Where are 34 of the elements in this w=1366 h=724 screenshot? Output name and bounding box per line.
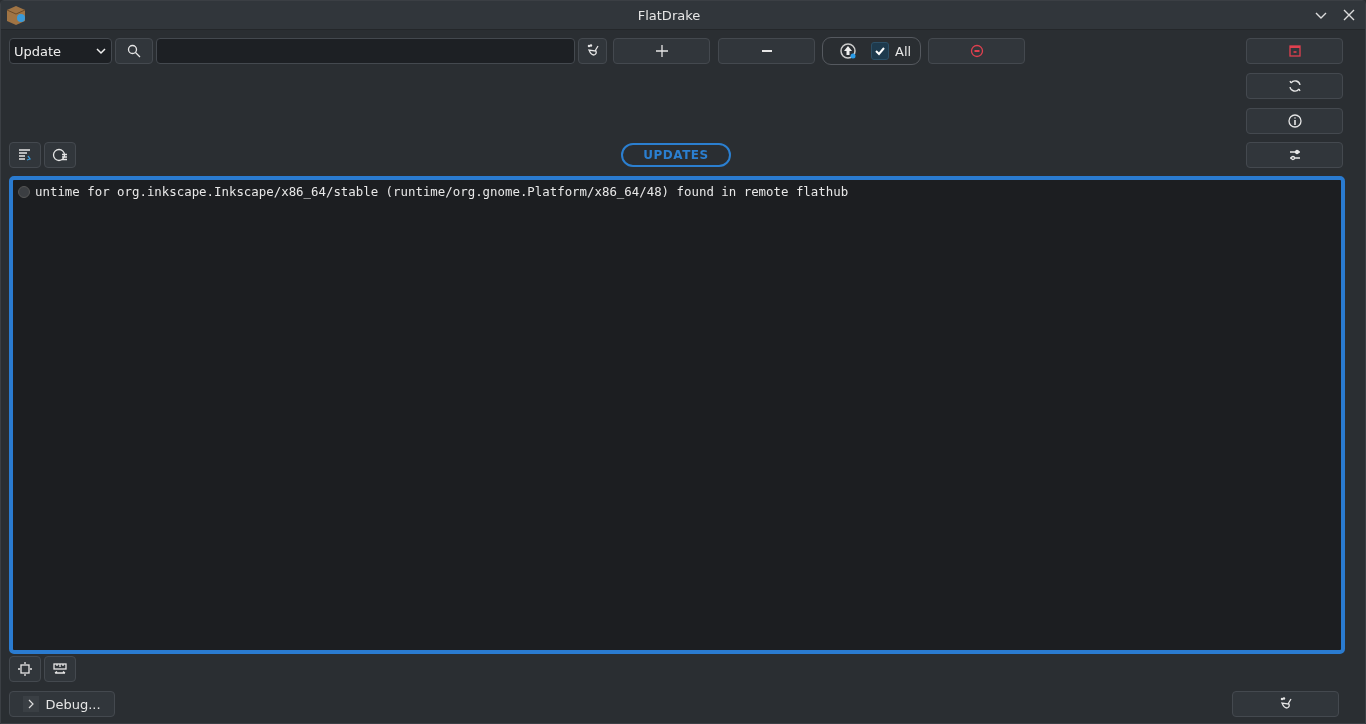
fit-button[interactable] xyxy=(9,656,41,682)
upgrade-icon xyxy=(839,42,857,60)
clear-button[interactable] xyxy=(578,38,607,64)
globe-icon xyxy=(52,147,68,163)
close-icon xyxy=(1342,8,1356,22)
globe-button[interactable] xyxy=(44,142,76,168)
window-title: FlatDrake xyxy=(637,7,701,23)
ruler-icon xyxy=(52,661,68,677)
info-button[interactable] xyxy=(1246,108,1343,134)
section-label: UPDATES xyxy=(621,143,731,167)
search-icon xyxy=(126,43,142,59)
checkbox[interactable] xyxy=(871,42,889,60)
list-button[interactable] xyxy=(9,142,41,168)
terminal-icon xyxy=(23,696,40,712)
search-field[interactable] xyxy=(156,38,575,64)
checkmark-icon xyxy=(874,45,886,57)
minus-circle-icon xyxy=(968,43,985,59)
refresh-icon xyxy=(1286,78,1303,94)
all-checkbox[interactable]: All xyxy=(871,42,912,60)
debug-button[interactable]: Debug... xyxy=(9,691,115,717)
info-icon xyxy=(1286,113,1303,129)
minus-icon xyxy=(761,50,772,52)
ruler-button[interactable] xyxy=(44,656,76,682)
app-logo-icon xyxy=(5,4,27,26)
log-line: untime for org.inkscape.Inkscape/x86_64/stable (runtime/org.gnome.Platform/x86_64/48) found in remote flathub xyxy=(35,184,849,199)
plus-icon xyxy=(653,43,670,59)
mode-dropdown[interactable]: Update xyxy=(9,38,112,64)
search-button[interactable] xyxy=(115,38,153,64)
list-icon xyxy=(17,147,33,163)
settings-button[interactable] xyxy=(1246,142,1343,168)
status-dot xyxy=(18,185,30,198)
fit-icon xyxy=(17,661,33,677)
chevron-down-icon xyxy=(95,45,107,57)
window-icon xyxy=(1286,43,1303,59)
